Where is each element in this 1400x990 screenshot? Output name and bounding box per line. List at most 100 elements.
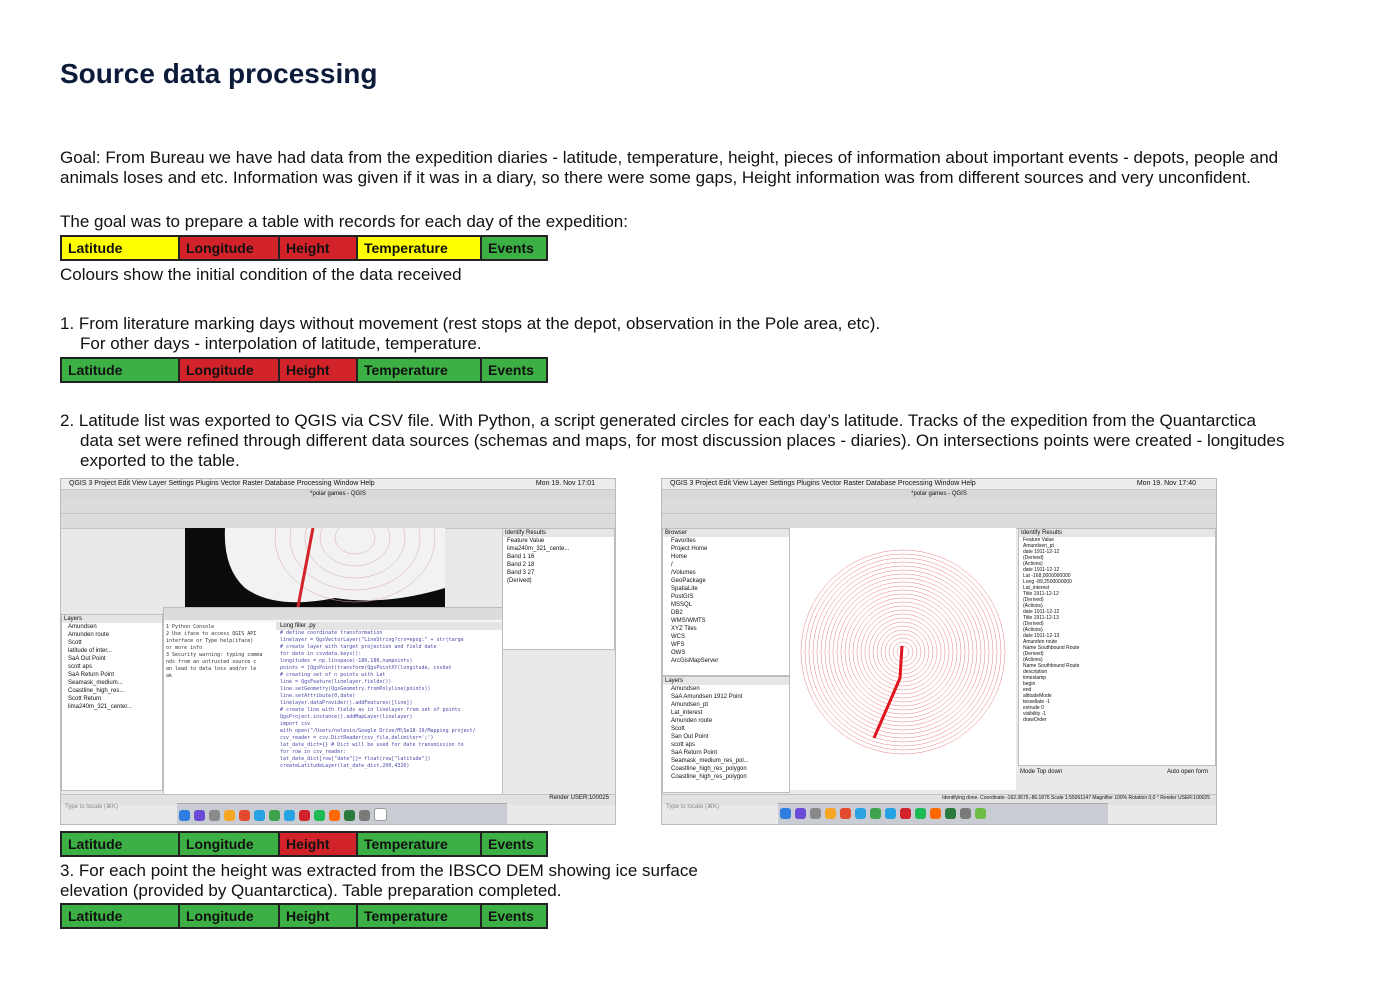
cell-temperature: Temperature — [358, 359, 482, 381]
console-toolbar[interactable] — [164, 608, 502, 620]
console-line[interactable]: 2 Use iface to access QGIS API — [166, 631, 274, 638]
browser-item[interactable]: MSSQL — [671, 601, 789, 609]
browser-item[interactable]: GeoPackage — [671, 577, 789, 585]
map-canvas[interactable] — [185, 479, 445, 613]
console-line[interactable]: ak — [166, 673, 274, 680]
console-line[interactable]: nds from an untrusted source c — [166, 659, 274, 666]
code-line[interactable]: # create layer with target projection an… — [280, 644, 502, 651]
layer-item[interactable]: Seamask_medium_res_pol... — [671, 757, 789, 765]
layer-item[interactable]: Coastline_high_res... — [68, 687, 162, 695]
browser-item[interactable]: Home — [671, 553, 789, 561]
toolbar-row[interactable] — [662, 514, 1216, 529]
code-line[interactable]: # define coordinate transformation — [280, 630, 502, 637]
layer-item[interactable]: Seamask_medium... — [68, 679, 162, 687]
editor-tab[interactable]: Long filler .py — [276, 622, 502, 630]
layer-item[interactable]: Coastline_high_res_polygon — [671, 773, 789, 781]
code-line[interactable]: linelayer.dataProvider().addFeatures([li… — [280, 700, 502, 707]
browser-item[interactable]: ArcGisMapServer — [671, 657, 789, 665]
layer-item[interactable]: San Out Point — [671, 733, 789, 741]
console-output[interactable]: 1 Python Console 2 Use iface to access QG… — [164, 622, 277, 800]
identify-row[interactable]: drawOrder — [1023, 717, 1215, 723]
cell-longitude: Longitude — [180, 905, 280, 927]
identify-row[interactable]: lima240m_321_cente... — [507, 545, 614, 553]
code-line[interactable]: lat_date_dict={} # Dict will be used for… — [280, 742, 502, 749]
layers-panel[interactable]: Layers Amundsen Amunden route Scott latitud… — [61, 614, 163, 791]
browser-item[interactable]: / — [671, 561, 789, 569]
layer-item[interactable]: latitude of inter... — [68, 647, 162, 655]
identify-row[interactable]: Band 2 18 — [507, 561, 614, 569]
layer-item[interactable]: Amundsen — [68, 623, 162, 631]
code-line[interactable]: # create line with fields as in linelaye… — [280, 707, 502, 714]
layer-item[interactable]: SaA Out Point — [68, 655, 162, 663]
layer-item[interactable]: Amunden route — [671, 717, 789, 725]
qgis-screenshot-left: QGIS 3 Project Edit View Layer Settings … — [60, 478, 616, 825]
identify-row[interactable]: Band 3 27 — [507, 569, 614, 577]
layer-item[interactable]: Scott Return — [68, 695, 162, 703]
identify-row[interactable]: Feature Value — [507, 537, 614, 545]
locate-input[interactable]: Type to locate (⌘K) — [662, 804, 719, 810]
browser-item[interactable]: PostGIS — [671, 593, 789, 601]
code-line[interactable]: with open("/Users/nolevin/Google Drive/M… — [280, 728, 502, 735]
mode-row[interactable]: Mode Top down Auto open form — [1018, 767, 1216, 789]
layer-item[interactable]: SaA Return Point — [68, 671, 162, 679]
console-line[interactable]: interface or Type help(iface) — [166, 638, 274, 645]
code-line[interactable]: createLatitudeLayer(lat_date_dict,200,43… — [280, 763, 502, 770]
toolbar-row[interactable] — [61, 499, 615, 514]
identify-row[interactable]: (Derived) — [507, 577, 614, 585]
browser-item[interactable]: WMS/WMTS — [671, 617, 789, 625]
code-line[interactable]: QgsProject.instance().addMapLayer(linela… — [280, 714, 502, 721]
code-line[interactable]: points = [QgsPoint(transform(QgsPointXY(… — [280, 665, 502, 672]
code-line[interactable]: line.setGeometry(QgsGeometry.fromPolylin… — [280, 686, 502, 693]
code-line[interactable]: import csv — [280, 721, 502, 728]
code-line[interactable]: line = QgsFeature(linelayer.fields()) — [280, 679, 502, 686]
console-line[interactable]: an lead to data loss and/or le — [166, 666, 274, 673]
map-canvas[interactable] — [790, 528, 1016, 790]
auto-open-checkbox[interactable]: Auto open form — [1167, 767, 1216, 777]
status-table-final: Latitude Longitude Height Temperature Ev… — [60, 903, 548, 929]
toolbar-row[interactable] — [662, 499, 1216, 514]
layer-item[interactable]: lima240m_321_center... — [68, 703, 162, 711]
code-line[interactable]: # creating set of n points with Lat — [280, 672, 502, 679]
code-editor[interactable]: Long filler .py # define coordinate tran… — [276, 622, 502, 800]
identify-results-panel[interactable]: Identify Results Feature Value lima240m_3… — [502, 528, 615, 650]
browser-item[interactable]: WFS — [671, 641, 789, 649]
python-console[interactable]: 1 Python Console 2 Use iface to access QG… — [163, 607, 503, 801]
layer-item[interactable]: SaA Return Point — [671, 749, 789, 757]
layer-item[interactable]: Amundsen — [671, 685, 789, 693]
toolbar-row[interactable] — [61, 514, 615, 529]
browser-item[interactable]: XYZ Tiles — [671, 625, 789, 633]
browser-item[interactable]: DB2 — [671, 609, 789, 617]
browser-item[interactable]: SpatiaLite — [671, 585, 789, 593]
code-line[interactable]: for date in csvdata.keys(): — [280, 651, 502, 658]
code-line[interactable]: for row in csv_reader: — [280, 749, 502, 756]
layer-item[interactable]: Lat_interest — [671, 709, 789, 717]
layer-item[interactable]: Amunden route — [68, 631, 162, 639]
code-line[interactable]: csv_reader = csv.DictReader(csv_file,del… — [280, 735, 502, 742]
code-line[interactable]: lat_date_dict[row["date"]]= float(row["l… — [280, 756, 502, 763]
layer-item[interactable]: scott aps — [68, 663, 162, 671]
console-line[interactable]: 1 Python Console — [166, 624, 274, 631]
layer-item[interactable]: scott aps — [671, 741, 789, 749]
browser-item[interactable]: WCS — [671, 633, 789, 641]
code-line[interactable]: linelayer = QgsVectorLayer("LineString?c… — [280, 637, 502, 644]
layer-item[interactable]: Coastline_high_res_polygon — [671, 765, 789, 773]
browser-item[interactable]: Favorites — [671, 537, 789, 545]
browser-panel[interactable]: Browser Favorites Project Home Home //Volum… — [662, 528, 790, 676]
console-line[interactable]: 3 Security warning: typing comma — [166, 652, 274, 659]
mac-dock[interactable] — [177, 803, 507, 824]
browser-item[interactable]: OWS — [671, 649, 789, 657]
browser-item[interactable]: /Volumes — [671, 569, 789, 577]
layer-item[interactable]: Scott — [68, 639, 162, 647]
code-line[interactable]: line.setAttribute(0,date) — [280, 693, 502, 700]
layer-item[interactable]: Amundsen_pt — [671, 701, 789, 709]
browser-item[interactable]: Project Home — [671, 545, 789, 553]
identify-results-panel[interactable]: Identify Results Feature Value Amundsen_p… — [1018, 528, 1216, 766]
layer-item[interactable]: SaA Amundsen 1912 Point — [671, 693, 789, 701]
mac-dock[interactable] — [778, 803, 1108, 824]
code-line[interactable]: longitudes = np.linspace(-180,180,numpoi… — [280, 658, 502, 665]
locate-input[interactable]: Type to locate (⌘K) — [61, 804, 118, 810]
console-line[interactable]: or more info — [166, 645, 274, 652]
layers-panel[interactable]: Layers Amundsen SaA Amundsen 1912 Point Am… — [662, 676, 790, 793]
layer-item[interactable]: Scott — [671, 725, 789, 733]
identify-row[interactable]: Band 1 16 — [507, 553, 614, 561]
